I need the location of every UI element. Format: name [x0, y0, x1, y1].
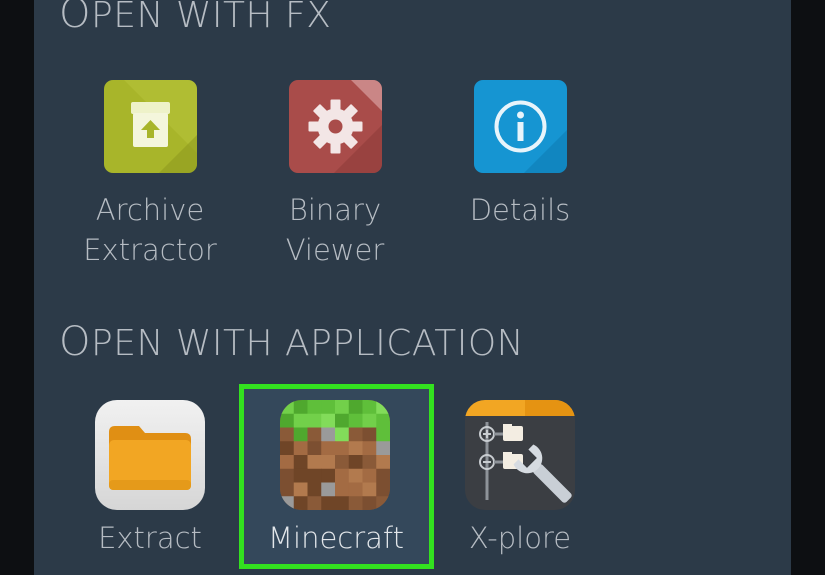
minecraft-pixel — [335, 441, 350, 456]
minecraft-pixel — [307, 400, 322, 415]
archive-extractor-icon — [104, 80, 197, 173]
minecraft-pixel — [335, 496, 350, 510]
binary-viewer-gear-icon — [289, 80, 382, 173]
minecraft-pixel — [280, 427, 295, 442]
x-plore-wrench-icon — [465, 400, 575, 510]
minecraft-pixel — [362, 427, 377, 442]
minecraft-pixel — [376, 427, 390, 442]
minecraft-pixel — [362, 496, 377, 510]
minecraft-pixel — [321, 400, 336, 415]
minecraft-pixel — [280, 496, 295, 510]
minecraft-pixel — [362, 413, 377, 428]
minecraft-pixel — [362, 400, 377, 415]
minecraft-pixel — [293, 413, 308, 428]
section-title-open-with-application: OPEN WITH APPLICATION — [59, 319, 525, 365]
minecraft-pixel — [348, 468, 363, 483]
app-archive-extractor[interactable]: Archive Extractor — [60, 80, 240, 280]
minecraft-pixel — [335, 468, 350, 483]
minecraft-pixel — [348, 413, 363, 428]
minecraft-pixel — [321, 455, 336, 470]
minecraft-pixel — [307, 441, 322, 456]
minecraft-pixel — [376, 455, 390, 470]
minecraft-pixel — [348, 427, 363, 442]
minecraft-pixel — [280, 482, 295, 497]
minecraft-pixel — [362, 441, 377, 456]
minecraft-pixel — [348, 482, 363, 497]
minecraft-pixel — [293, 455, 308, 470]
minecraft-pixel — [307, 413, 322, 428]
minecraft-pixel — [280, 468, 295, 483]
minecraft-pixel — [335, 427, 350, 442]
minecraft-pixel — [376, 468, 390, 483]
minecraft-pixel — [376, 441, 390, 456]
minecraft-pixel — [362, 482, 377, 497]
section-title-open-with-fx: OPEN WITH FX — [59, 0, 332, 37]
app-x-plore[interactable]: X-plore — [430, 400, 610, 560]
app-label: Binary Viewer — [285, 193, 385, 267]
minecraft-pixel — [321, 468, 336, 483]
app-label: X-plore — [468, 521, 572, 555]
minecraft-pixel — [280, 413, 295, 428]
details-info-icon — [474, 80, 567, 173]
app-label: Extract — [98, 521, 202, 555]
minecraft-pixel — [335, 400, 350, 415]
minecraft-pixel — [321, 496, 336, 510]
minecraft-pixel — [293, 427, 308, 442]
minecraft-pixel — [307, 455, 322, 470]
minecraft-pixel — [321, 441, 336, 456]
app-label: Archive Extractor — [83, 193, 217, 267]
minecraft-pixel — [280, 455, 295, 470]
minecraft-pixel — [335, 455, 350, 470]
minecraft-pixel — [293, 496, 308, 510]
app-binary-viewer[interactable]: Binary Viewer — [245, 80, 425, 280]
app-label: Details — [469, 193, 571, 227]
minecraft-pixel — [348, 400, 363, 415]
minecraft-pixel — [307, 496, 322, 510]
minecraft-pixel — [348, 496, 363, 510]
minecraft-pixel — [293, 400, 308, 415]
app-label: Minecraft — [267, 521, 404, 555]
minecraft-pixel — [293, 441, 308, 456]
minecraft-pixel — [376, 482, 390, 497]
minecraft-pixel — [376, 400, 390, 415]
minecraft-pixel — [280, 400, 295, 415]
minecraft-pixel — [321, 413, 336, 428]
minecraft-pixel — [362, 455, 377, 470]
minecraft-pixel — [376, 496, 390, 510]
app-details[interactable]: Details — [430, 80, 610, 240]
minecraft-pixel — [321, 427, 336, 442]
minecraft-grass-block-icon — [280, 400, 390, 510]
app-extract[interactable]: Extract — [60, 400, 240, 560]
extract-folder-icon — [95, 400, 205, 510]
minecraft-pixel — [280, 441, 295, 456]
minecraft-pixel — [321, 482, 336, 497]
minecraft-pixel — [348, 441, 363, 456]
minecraft-pixel — [293, 482, 308, 497]
minecraft-pixel — [362, 468, 377, 483]
minecraft-pixel — [307, 427, 322, 442]
minecraft-pixel — [293, 468, 308, 483]
minecraft-pixel — [307, 468, 322, 483]
minecraft-pixel — [335, 482, 350, 497]
minecraft-pixel — [307, 482, 322, 497]
app-minecraft[interactable]: Minecraft — [246, 400, 426, 560]
minecraft-pixel — [335, 413, 350, 428]
minecraft-pixel — [348, 455, 363, 470]
minecraft-pixel — [376, 413, 390, 428]
